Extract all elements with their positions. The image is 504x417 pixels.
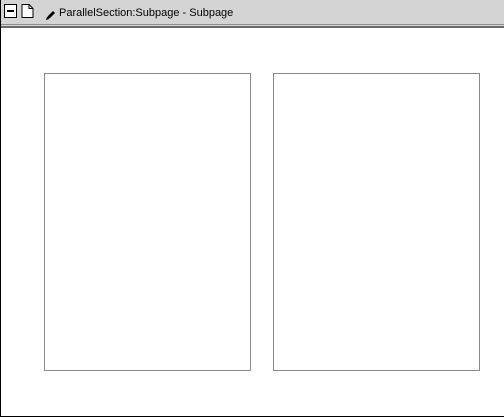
title-bar-divider [1, 24, 504, 25]
parallel-section-pencil-icon [45, 8, 56, 20]
subpage-content-area [2, 28, 504, 416]
title-bar: ParallelSection:Subpage - Subpage [1, 0, 504, 28]
left-subpage-pane[interactable] [44, 73, 251, 371]
minus-mark [7, 10, 14, 12]
window-title: ParallelSection:Subpage - Subpage [59, 7, 234, 19]
page-document-svg [21, 4, 34, 18]
right-subpage-pane[interactable] [273, 73, 480, 371]
pencil-svg [46, 11, 55, 20]
page-document-icon[interactable] [21, 4, 34, 18]
collapse-box-icon[interactable] [4, 4, 17, 18]
subpage-window: ParallelSection:Subpage - Subpage [0, 0, 504, 417]
